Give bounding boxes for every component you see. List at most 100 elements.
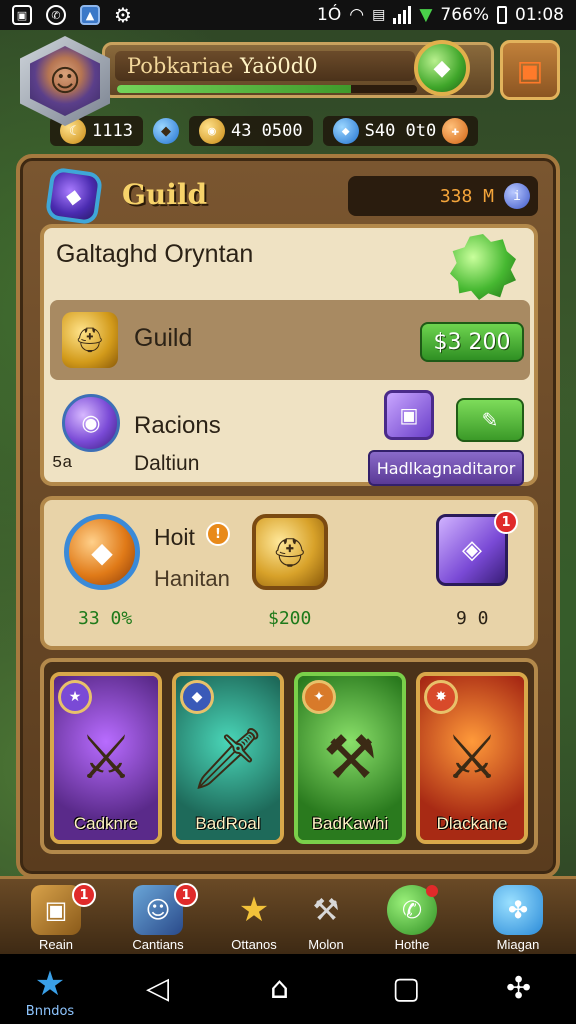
star-icon: ★ xyxy=(34,964,66,1004)
assistant-button[interactable]: ✣ xyxy=(506,972,531,1006)
xp-bar xyxy=(117,85,417,93)
info-icon[interactable]: i xyxy=(504,183,530,209)
bottom-nav: ▣ Reain 1 ☺ Cantians 1 ★ Ottanos ⚒ Molon… xyxy=(0,876,576,954)
nav-badge: 1 xyxy=(72,883,96,907)
home-button[interactable]: ⌂ xyxy=(270,972,289,1006)
player-header: ☺ Pobkariae Yaö0d0 ◆ ▣ xyxy=(14,36,562,126)
avatar-portrait: ☺ xyxy=(30,46,100,116)
guild-count-value: 338 M xyxy=(439,185,494,207)
hero-card[interactable]: 🗡 ◆ BadRoal xyxy=(172,672,284,844)
reward-value-1: 33 0% xyxy=(78,608,133,629)
hero-name: BadRoal xyxy=(195,814,261,833)
race-sublabel: Daltiun xyxy=(134,452,200,475)
notification-text: 1Ó xyxy=(317,5,342,25)
guild-member-count[interactable]: 338 M i xyxy=(348,176,538,216)
resource-coins[interactable]: ◉ 43 0500 xyxy=(188,116,313,146)
whatsapp-icon: ✆ xyxy=(46,5,66,25)
image-icon: ▣ xyxy=(12,5,32,25)
hero-cards: ⚔ ★ Cadknre 🗡 ◆ BadRoal ⚒ ✦ BadKawhi ⚔ ✸… xyxy=(40,658,538,854)
race-label: Racions xyxy=(134,412,221,439)
guild-info-card: Galtaghd Oryntan ⛑ Guild $3 200 ◉ Racion… xyxy=(40,224,538,486)
guild-name: Galtaghd Oryntan xyxy=(56,240,254,268)
hero-card[interactable]: ⚔ ✸ Dlackane xyxy=(416,672,528,844)
nav-item-molon[interactable]: ⚒ Molon xyxy=(286,885,366,955)
back-button[interactable]: ◁ xyxy=(146,972,169,1006)
settings-icon: ⚙ xyxy=(114,3,132,27)
reward-card: ◆ Hoit ! Hanitan ⛑ ◈ 1 33 0% $200 9 0 xyxy=(40,496,538,650)
player-name: Pobkariae xyxy=(127,54,234,78)
guild-price-button[interactable]: $3 200 xyxy=(420,322,524,362)
nav-label: Hothe xyxy=(394,937,430,952)
player-level: Yaö0d0 xyxy=(240,54,318,78)
nav-label: Ottanos xyxy=(231,937,277,952)
status-bar: ▣ ✆ ▲ ⚙ 1Ó ◠ ▤ ▼ 766% 01:08 xyxy=(0,0,576,30)
reward-badge: 1 xyxy=(494,510,518,534)
purple-chest-icon[interactable]: ▣ xyxy=(384,390,434,440)
shop-chest-button[interactable]: ▣ xyxy=(500,40,560,100)
guild-title: Guild xyxy=(122,178,208,211)
hero-class-badge: ★ xyxy=(58,680,92,714)
race-row: ◉ Racions 5a Daltiun ▣ ✎ Hadlkagnaditaro… xyxy=(50,386,530,486)
system-nav-bar: ★ Bnndos ◁ ⌂ ▢ ✣ xyxy=(0,954,576,1024)
hero-name: BadKawhi xyxy=(311,814,389,833)
sim-icon: ▤ xyxy=(372,7,386,23)
resource-value: 43 0500 xyxy=(230,121,303,141)
reward-title-badge: ! xyxy=(206,522,230,546)
resource-crystals[interactable]: ◆ S40 0t0 ✚ xyxy=(322,116,479,146)
gold-helmet-reward-icon[interactable]: ⛑ xyxy=(252,514,328,590)
crystal-icon: ◆ xyxy=(332,118,359,144)
nav-item-miagan[interactable]: ✤ Miagan xyxy=(478,885,558,955)
puzzle-icon: ✤ xyxy=(493,885,543,935)
race-purple-button[interactable]: Hadlkagnaditaror xyxy=(368,450,524,486)
hero-name: Dlackane xyxy=(436,814,508,833)
green-gem-button[interactable]: ◆ xyxy=(414,40,470,96)
nav-label: Reain xyxy=(39,937,73,952)
nav-item-reain[interactable]: ▣ Reain 1 xyxy=(16,883,96,955)
gold-star-icon: ★ xyxy=(238,890,270,930)
coin-icon: ◉ xyxy=(198,118,225,144)
hero-card[interactable]: ⚔ ★ Cadknre xyxy=(50,672,162,844)
guild-panel: ◆ Guild 338 M i Galtaghd Oryntan ⛑ Guild… xyxy=(16,154,560,878)
weapon-icon: ⚒ xyxy=(312,892,340,928)
battery-icon xyxy=(497,6,507,24)
gallery-icon: ▲ xyxy=(80,5,100,25)
hero-card[interactable]: ⚒ ✦ BadKawhi xyxy=(294,672,406,844)
nav-item-hothe[interactable]: ✆ Hothe xyxy=(372,885,452,955)
guild-row[interactable]: ⛑ Guild $3 200 xyxy=(50,300,530,380)
system-home-label: Bnndos xyxy=(25,1004,75,1019)
guild-row-label: Guild xyxy=(134,324,193,352)
nav-label: Molon xyxy=(308,937,344,952)
xp-bar-fill xyxy=(117,85,351,93)
reward-subtitle: Hanitan xyxy=(154,566,230,591)
orange-gem-reward-icon[interactable]: ◆ xyxy=(64,514,140,590)
reward-title: Hoit xyxy=(154,524,195,550)
purple-orb-icon: ◉ xyxy=(62,394,120,452)
system-home-tab[interactable]: ★ Bnndos xyxy=(14,964,86,1022)
recents-button[interactable]: ▢ xyxy=(392,972,420,1006)
hero-class-badge: ✸ xyxy=(424,680,458,714)
notification-dot xyxy=(426,885,438,897)
resource-value: 1113 xyxy=(92,121,133,141)
guild-title-row: ◆ Guild 338 M i xyxy=(44,166,538,226)
battery-text: 766% xyxy=(440,5,489,25)
nav-item-cantians[interactable]: ☺ Cantians 1 xyxy=(118,883,198,955)
clock: 01:08 xyxy=(515,5,564,25)
hero-name: Cadknre xyxy=(73,814,139,833)
gold-helmet-icon: ⛑ xyxy=(62,312,118,368)
data-icon: ▼ xyxy=(419,5,433,25)
race-small-value: 5a xyxy=(52,454,73,473)
gem-blue-icon[interactable]: ◆ xyxy=(152,118,179,144)
add-currency-icon[interactable]: ✚ xyxy=(442,118,469,144)
nav-badge: 1 xyxy=(174,883,198,907)
wifi-icon: ◠ xyxy=(349,5,365,25)
resource-bar: ☾ 1113 ◆ ◉ 43 0500 ◆ S40 0t0 ✚ xyxy=(50,114,566,148)
resource-value: S40 0t0 xyxy=(364,121,437,141)
nav-item-ottanos[interactable]: ★ Ottanos xyxy=(214,885,294,955)
hero-class-badge: ✦ xyxy=(302,680,336,714)
hero-class-badge: ◆ xyxy=(180,680,214,714)
reward-value-3: 9 0 xyxy=(456,608,489,629)
race-action-button[interactable]: ✎ xyxy=(456,398,524,442)
guild-emblem-icon: ◆ xyxy=(44,166,104,226)
signal-icon xyxy=(393,6,412,24)
reward-value-2: $200 xyxy=(268,608,312,629)
